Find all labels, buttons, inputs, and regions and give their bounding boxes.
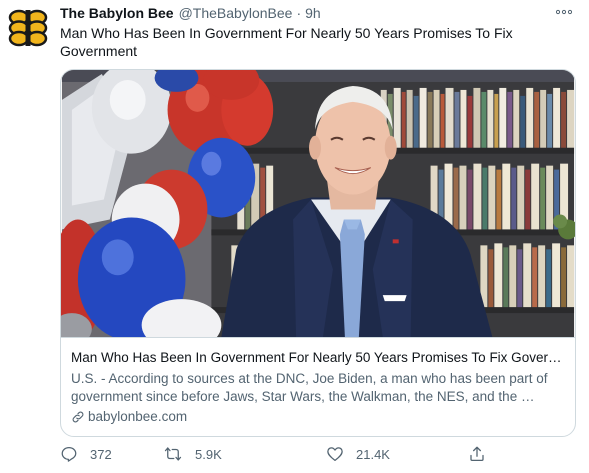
retweet-icon xyxy=(164,447,182,461)
reply-count: 372 xyxy=(90,446,112,462)
tweet-text: Man Who Has Been In Government For Nearl… xyxy=(60,25,513,59)
share-icon xyxy=(470,446,484,462)
link-icon xyxy=(72,411,84,423)
reply-icon xyxy=(61,446,77,462)
heart-icon xyxy=(327,447,343,462)
header-separator: · xyxy=(296,5,302,21)
tweet-actions: 372 5.9K 21.4K xyxy=(60,444,490,464)
babylon-bee-logo-icon xyxy=(7,7,49,49)
like-count: 21.4K xyxy=(356,446,390,462)
card-title[interactable]: Man Who Has Been In Government For Nearl… xyxy=(71,349,567,367)
card-description: U.S. - According to sources at the DNC, … xyxy=(71,371,548,404)
retweet-button[interactable]: 5.9K xyxy=(163,444,222,464)
reply-button[interactable]: 372 xyxy=(60,444,112,464)
tweet-header: The Babylon Bee @TheBabylonBee · 9h xyxy=(60,4,321,22)
author-display-name[interactable]: The Babylon Bee xyxy=(60,5,174,21)
tweet-timestamp[interactable]: 9h xyxy=(305,5,321,21)
more-horizontal-icon xyxy=(556,9,572,15)
author-handle[interactable]: @TheBabylonBee xyxy=(179,5,293,21)
card-domain[interactable]: babylonbee.com xyxy=(71,408,187,426)
more-options-button[interactable] xyxy=(553,5,575,19)
link-card[interactable]: Man Who Has Been In Government For Nearl… xyxy=(60,69,576,437)
share-button[interactable] xyxy=(468,444,498,464)
avatar[interactable] xyxy=(6,6,50,50)
tweet[interactable]: The Babylon Bee @TheBabylonBee · 9h Man … xyxy=(0,0,589,473)
like-button[interactable]: 21.4K xyxy=(326,444,390,464)
card-domain-text: babylonbee.com xyxy=(88,409,188,424)
card-image[interactable] xyxy=(61,70,575,338)
retweet-count: 5.9K xyxy=(195,446,222,462)
